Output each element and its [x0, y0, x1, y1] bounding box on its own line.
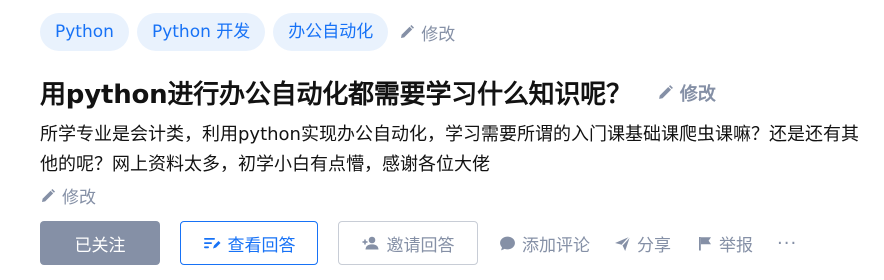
comment-bubble-icon — [500, 236, 515, 250]
edit-tags-button[interactable]: 修改 — [399, 20, 455, 45]
invite-answer-label: 邀请回答 — [386, 235, 455, 256]
invite-answer-button[interactable]: 邀请回答 — [338, 221, 478, 265]
add-comment-label: 添加评论 — [522, 235, 590, 256]
follow-button[interactable]: 已关注 — [40, 221, 160, 265]
add-user-icon — [362, 236, 378, 250]
topic-tags: Python Python 开发 办公自动化 修改 — [40, 13, 455, 51]
edit-title-button[interactable]: 修改 — [657, 80, 716, 106]
question-header: 用python进行办公自动化都需要学习什么知识呢？ 修改 — [40, 74, 716, 111]
view-answers-button[interactable]: 查看回答 — [180, 221, 318, 265]
question-title: 用python进行办公自动化都需要学习什么知识呢？ — [40, 80, 632, 110]
question-description: 所学专业是会计类，利用python实现办公自动化，学习需要所谓的入门课基础课爬虫… — [40, 124, 859, 175]
pencil-icon — [401, 25, 415, 38]
more-options-button[interactable]: ··· — [777, 233, 797, 254]
topic-tag[interactable]: 办公自动化 — [273, 13, 389, 51]
view-answers-label: 查看回答 — [227, 235, 296, 256]
edit-tags-label: 修改 — [421, 24, 456, 45]
list-icon — [203, 238, 220, 249]
report-button[interactable]: 举报 — [697, 231, 753, 256]
edit-description-button[interactable]: 修改 — [40, 183, 96, 208]
follow-button-label: 已关注 — [74, 235, 126, 256]
edit-description-label: 修改 — [62, 188, 96, 208]
share-label: 分享 — [637, 235, 671, 256]
add-comment-button[interactable]: 添加评论 — [499, 231, 590, 256]
edit-title-label: 修改 — [679, 83, 716, 105]
paper-plane-icon — [615, 235, 631, 251]
pencil-icon — [659, 85, 673, 99]
question-actions: 已关注 查看回答 邀请回答 添加评论 分享 举报 ··· — [40, 221, 797, 265]
topic-tag[interactable]: Python 开发 — [136, 13, 266, 51]
pencil-icon — [42, 188, 55, 202]
topic-tag[interactable]: Python — [40, 13, 129, 51]
report-label: 举报 — [719, 235, 753, 256]
share-button[interactable]: 分享 — [614, 231, 671, 256]
flag-icon — [699, 236, 711, 250]
